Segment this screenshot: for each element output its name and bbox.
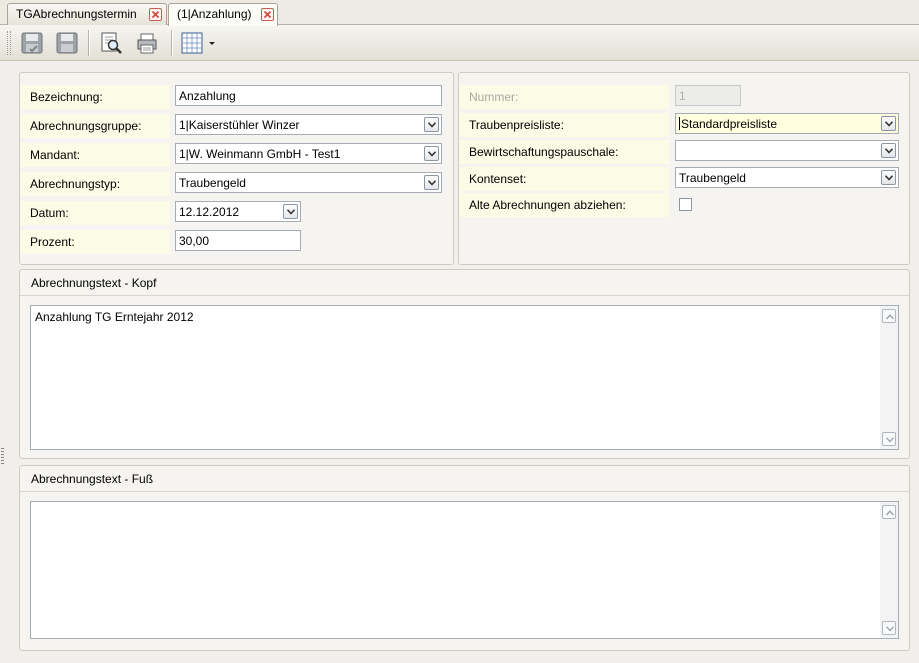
fuss-text-panel: Abrechnungstext - Fuß <box>19 465 910 651</box>
label-nummer: Nummer: <box>459 85 669 109</box>
print-preview-icon <box>101 32 122 54</box>
abrechnungstyp-select[interactable]: Traubengeld <box>175 172 442 193</box>
abrechnungstyp-value: Traubengeld <box>179 176 246 190</box>
chevron-down-icon <box>886 626 894 632</box>
chevron-down-icon <box>886 437 894 443</box>
chevron-down-icon <box>428 122 436 128</box>
main-fields-panel: Bezeichnung: Anzahlung Abrechnungsgruppe… <box>19 72 454 265</box>
label-kontenset: Kontenset: <box>459 167 669 191</box>
dropdown-button[interactable] <box>881 143 896 158</box>
tab-bar: TGAbrechnungstermin (1|Anzahlung) <box>0 0 919 26</box>
mandant-value: 1|W. Weinmann GmbH - Test1 <box>179 147 341 161</box>
fuss-textarea[interactable] <box>30 501 899 639</box>
grid-layout-icon <box>181 32 215 54</box>
scroll-up-button[interactable] <box>882 505 896 519</box>
date-dropdown-button[interactable] <box>283 204 298 219</box>
splitter-grip[interactable] <box>1 448 4 466</box>
label-alte-abrechnungen: Alte Abrechnungen abziehen: <box>459 193 669 217</box>
abrechnungsgruppe-select[interactable]: 1|Kaiserstühler Winzer <box>175 114 442 135</box>
tab-label: TGAbrechnungstermin <box>16 7 137 21</box>
grid-layout-button[interactable] <box>178 30 218 56</box>
chevron-down-icon <box>287 209 295 215</box>
label-datum: Datum: <box>20 201 170 225</box>
chevron-up-icon <box>886 510 894 516</box>
vertical-scrollbar[interactable] <box>880 306 898 449</box>
scroll-up-button[interactable] <box>882 309 896 323</box>
dropdown-button[interactable] <box>881 170 896 185</box>
save-button[interactable] <box>53 30 81 56</box>
toolbar-separator <box>171 30 173 56</box>
kopf-text-panel: Abrechnungstext - Kopf Anzahlung TG Ernt… <box>19 269 910 459</box>
section-title-fuss: Abrechnungstext - Fuß <box>20 466 909 492</box>
chevron-down-icon <box>428 151 436 157</box>
section-title-kopf: Abrechnungstext - Kopf <box>20 270 909 296</box>
chevron-down-icon <box>885 175 893 181</box>
label-bezeichnung: Bezeichnung: <box>20 85 170 109</box>
chevron-up-icon <box>886 314 894 320</box>
prozent-input[interactable]: 30,00 <box>175 230 301 251</box>
print-preview-button[interactable] <box>97 30 125 56</box>
toolbar <box>0 25 919 61</box>
save-close-button[interactable] <box>18 30 46 56</box>
mandant-select[interactable]: 1|W. Weinmann GmbH - Test1 <box>175 143 442 164</box>
kontenset-select[interactable]: Traubengeld <box>675 167 899 188</box>
dropdown-button[interactable] <box>424 117 439 132</box>
save-disk-icon <box>21 32 43 54</box>
kopf-text: Anzahlung TG Erntejahr 2012 <box>35 310 194 324</box>
traubenpreisliste-value: Standardpreisliste <box>681 117 778 131</box>
kopf-textarea[interactable]: Anzahlung TG Erntejahr 2012 <box>30 305 899 450</box>
printer-icon <box>137 33 157 54</box>
label-abrechnungsgruppe: Abrechnungsgruppe: <box>20 114 170 138</box>
dropdown-button[interactable] <box>424 146 439 161</box>
chevron-down-icon <box>885 148 893 154</box>
chevron-down-icon <box>209 42 215 45</box>
datum-picker[interactable]: 12.12.2012 <box>175 201 301 222</box>
kontenset-value: Traubengeld <box>679 171 746 185</box>
save-icon <box>56 32 78 54</box>
datum-value: 12.12.2012 <box>179 205 240 219</box>
vertical-scrollbar[interactable] <box>880 502 898 638</box>
close-icon[interactable] <box>261 8 274 21</box>
bezeichnung-input[interactable]: Anzahlung <box>175 85 442 106</box>
label-traubenpreisliste: Traubenpreisliste: <box>459 113 669 137</box>
label-mandant: Mandant: <box>20 143 170 167</box>
abrechnungsgruppe-value: 1|Kaiserstühler Winzer <box>179 118 300 132</box>
close-icon[interactable] <box>149 8 162 21</box>
text-caret <box>679 117 680 130</box>
label-bewirtschaftungspauschale: Bewirtschaftungspauschale: <box>459 140 669 164</box>
label-prozent: Prozent: <box>20 230 170 254</box>
print-button[interactable] <box>133 30 161 56</box>
scroll-down-button[interactable] <box>882 432 896 446</box>
tab-label: (1|Anzahlung) <box>177 7 252 21</box>
tab-tgabrechnungstermin[interactable]: TGAbrechnungstermin <box>7 3 167 25</box>
traubenpreisliste-select[interactable]: Standardpreisliste <box>675 113 899 134</box>
dropdown-button[interactable] <box>424 175 439 190</box>
tab-anzahlung[interactable]: (1|Anzahlung) <box>168 3 278 26</box>
alte-abrechnungen-checkbox[interactable] <box>679 198 692 211</box>
label-abrechnungstyp: Abrechnungstyp: <box>20 172 170 196</box>
nummer-input: 1 <box>675 85 741 106</box>
toolbar-separator <box>88 30 90 56</box>
toolbar-grip[interactable] <box>7 31 11 55</box>
chevron-down-icon <box>428 180 436 186</box>
dropdown-button[interactable] <box>881 116 896 131</box>
settings-panel: Nummer: 1 Traubenpreisliste: Standardpre… <box>458 72 910 265</box>
bewirtschaftungspauschale-select[interactable] <box>675 140 899 161</box>
chevron-down-icon <box>885 121 893 127</box>
scroll-down-button[interactable] <box>882 621 896 635</box>
